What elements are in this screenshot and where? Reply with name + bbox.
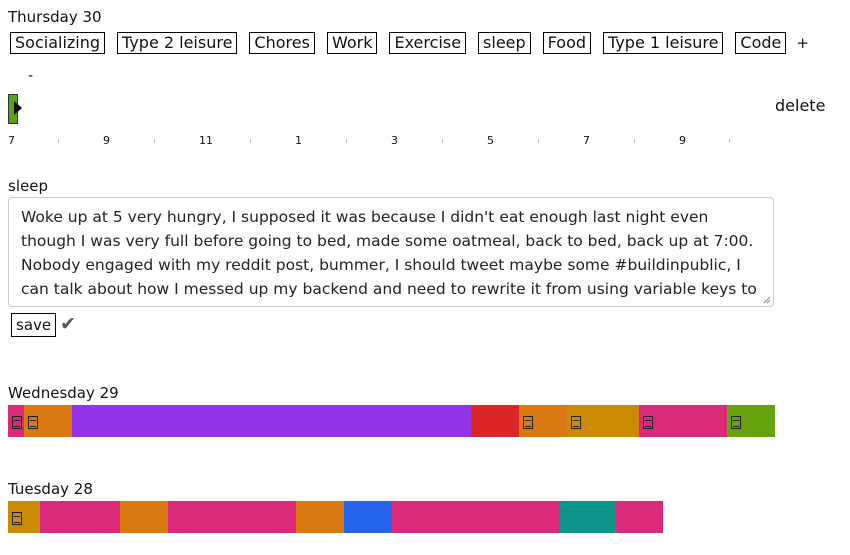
remove-category-button[interactable]: - bbox=[28, 68, 33, 84]
day-title-tuesday: Tuesday 28 bbox=[8, 480, 93, 498]
hour-tick bbox=[442, 139, 443, 143]
day-title-thursday: Thursday 30 bbox=[8, 8, 102, 26]
hour-tick bbox=[154, 139, 155, 143]
hour-tick bbox=[634, 139, 635, 143]
check-icon: ✔ bbox=[60, 313, 76, 335]
note-icon bbox=[731, 416, 741, 429]
hour-label: 3 bbox=[391, 134, 398, 147]
resize-grip-icon[interactable] bbox=[763, 296, 771, 304]
activity-block[interactable] bbox=[639, 405, 727, 437]
save-button[interactable]: save bbox=[11, 313, 57, 337]
activity-block[interactable] bbox=[8, 405, 24, 437]
hour-label: 11 bbox=[199, 134, 213, 147]
hour-label: 5 bbox=[487, 134, 494, 147]
activity-block[interactable] bbox=[8, 501, 40, 533]
activity-block[interactable] bbox=[168, 501, 296, 533]
hour-tick bbox=[346, 139, 347, 143]
activity-block[interactable] bbox=[392, 501, 559, 533]
selected-category-label: sleep bbox=[8, 177, 48, 195]
timeline-resize-handle[interactable] bbox=[14, 101, 22, 115]
day-timeline-tuesday bbox=[8, 501, 663, 533]
hour-label: 7 bbox=[583, 134, 590, 147]
activity-block[interactable] bbox=[727, 405, 775, 437]
note-icon bbox=[12, 416, 22, 429]
category-socializing-button[interactable]: Socializing bbox=[10, 32, 106, 54]
day-timeline-wednesday bbox=[8, 405, 775, 437]
category-chores-button[interactable]: Chores bbox=[249, 32, 315, 54]
note-textarea[interactable]: Woke up at 5 very hungry, I supposed it … bbox=[8, 197, 774, 307]
category-type1-leisure-button[interactable]: Type 1 leisure bbox=[603, 32, 724, 54]
note-icon bbox=[12, 512, 22, 525]
activity-block[interactable] bbox=[559, 501, 615, 533]
hour-tick bbox=[538, 139, 539, 143]
hour-label: 1 bbox=[295, 134, 302, 147]
category-code-button[interactable]: Code bbox=[735, 32, 787, 54]
hour-label: 9 bbox=[103, 134, 110, 147]
category-food-button[interactable]: Food bbox=[542, 32, 592, 54]
category-exercise-button[interactable]: Exercise bbox=[389, 32, 467, 54]
hour-tick bbox=[58, 139, 59, 143]
hour-label: 7 bbox=[8, 134, 15, 147]
hour-label: 9 bbox=[679, 134, 686, 147]
category-type2-leisure-button[interactable]: Type 2 leisure bbox=[117, 32, 238, 54]
activity-block[interactable] bbox=[344, 501, 392, 533]
category-sleep-button[interactable]: sleep bbox=[478, 32, 531, 54]
note-text: Woke up at 5 very hungry, I supposed it … bbox=[21, 208, 757, 306]
note-icon bbox=[28, 416, 38, 429]
category-button-row: Socializing Type 2 leisure Chores Work E… bbox=[10, 32, 809, 54]
activity-block[interactable] bbox=[471, 405, 519, 437]
hour-tick bbox=[729, 139, 730, 143]
activity-block[interactable] bbox=[615, 501, 663, 533]
activity-block[interactable] bbox=[24, 405, 72, 437]
activity-block[interactable] bbox=[120, 501, 168, 533]
activity-block[interactable] bbox=[296, 501, 344, 533]
note-icon bbox=[523, 416, 533, 429]
activity-block[interactable] bbox=[567, 405, 639, 437]
add-category-button[interactable]: + bbox=[796, 34, 809, 52]
activity-block[interactable] bbox=[519, 405, 567, 437]
hour-tick bbox=[250, 139, 251, 143]
day-title-wednesday: Wednesday 29 bbox=[8, 384, 119, 402]
note-icon bbox=[571, 416, 581, 429]
note-icon bbox=[643, 416, 653, 429]
delete-block-button[interactable]: delete bbox=[775, 96, 825, 115]
activity-block[interactable] bbox=[40, 501, 120, 533]
activity-block[interactable] bbox=[72, 405, 471, 437]
category-work-button[interactable]: Work bbox=[326, 32, 378, 54]
